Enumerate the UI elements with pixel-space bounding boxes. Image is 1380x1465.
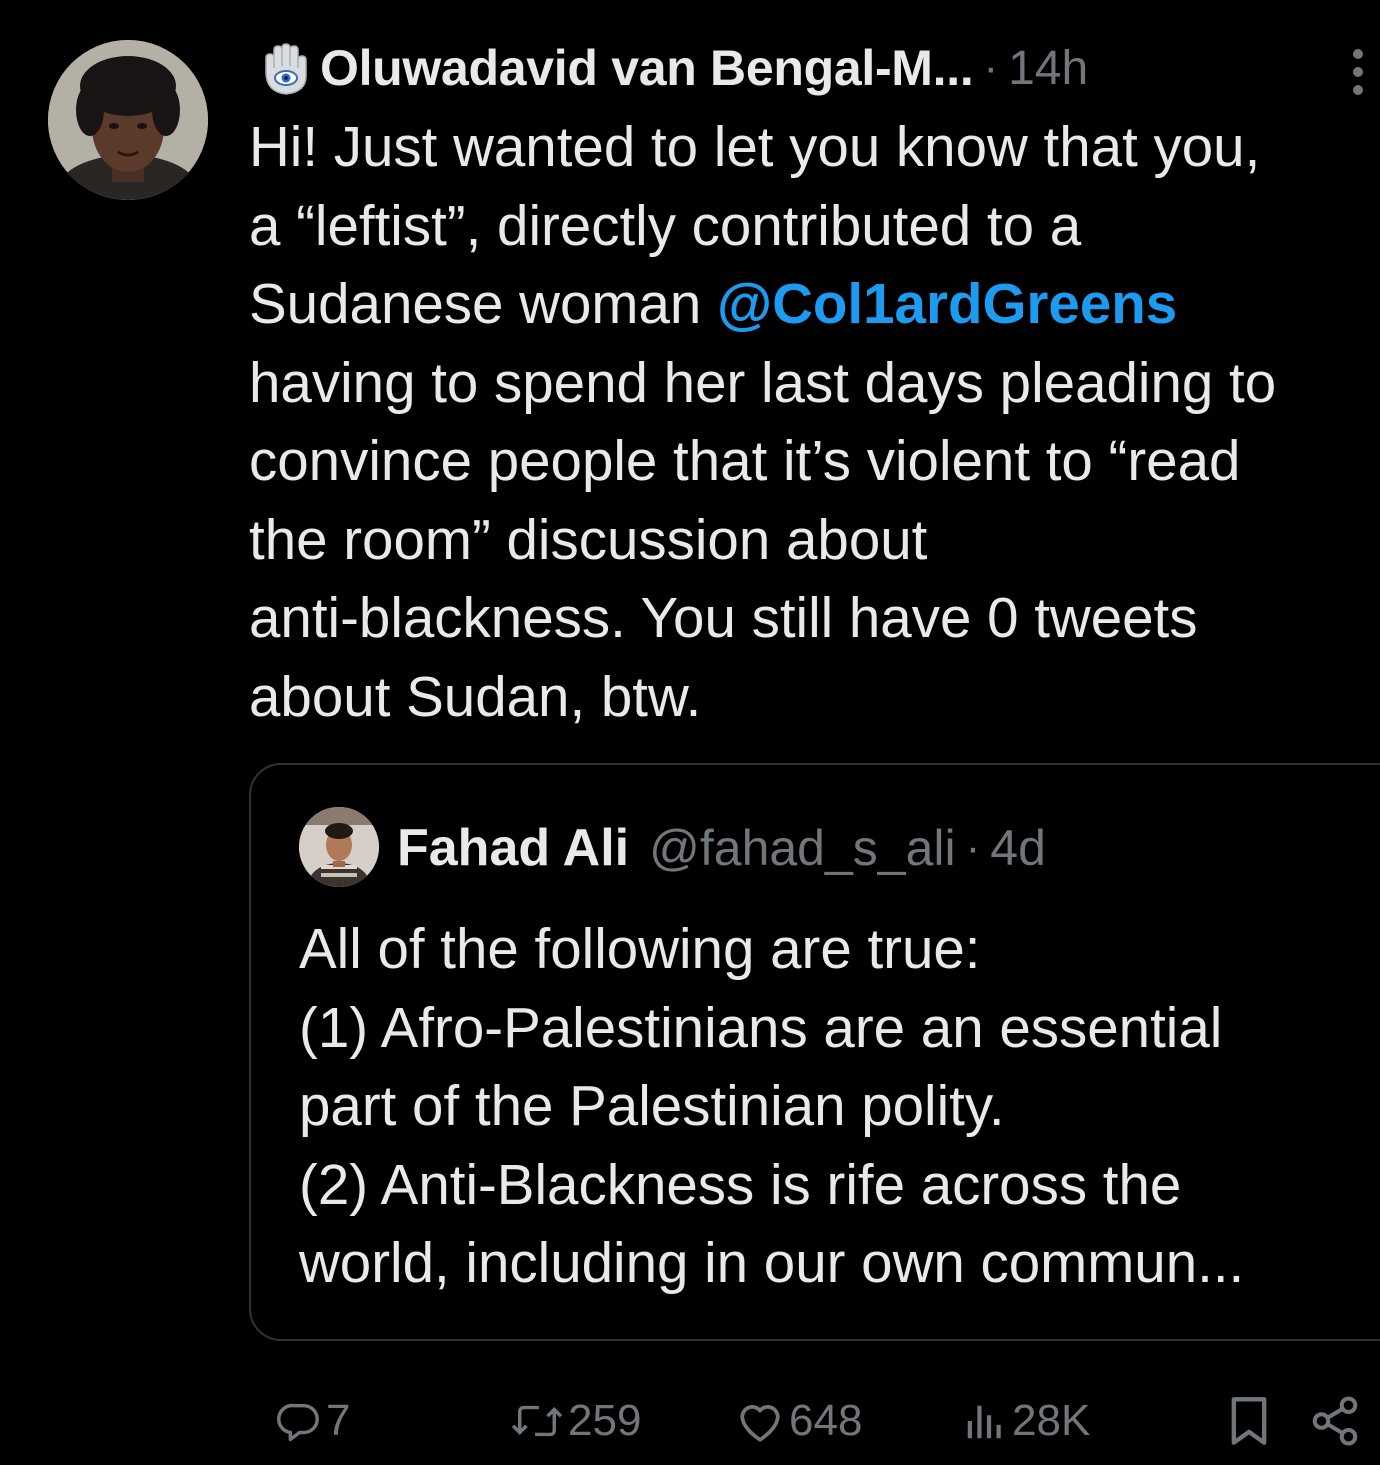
views-icon — [962, 1398, 1008, 1444]
quote-line: All of the following are true: — [299, 917, 981, 980]
views-button[interactable]: 28K — [962, 1386, 1090, 1456]
tweet-action-bar: 7 259 648 28K — [0, 1386, 1380, 1456]
more-options-icon[interactable] — [1340, 44, 1376, 100]
quote-line: (2) Anti-Blackness is rife across the — [299, 1152, 1182, 1216]
like-button[interactable]: 648 — [735, 1386, 862, 1456]
separator-dot: · — [983, 43, 999, 92]
author-name[interactable]: Oluwadavid van Bengal-M... — [320, 39, 974, 97]
tweet-line: the room” discussion about — [249, 507, 928, 571]
quote-author-avatar[interactable] — [299, 807, 379, 887]
reply-button[interactable]: 7 — [276, 1386, 350, 1456]
tweet-timestamp[interactable]: 14h — [1008, 41, 1088, 96]
share-button[interactable] — [1308, 1386, 1362, 1456]
retweet-count: 259 — [568, 1396, 642, 1445]
mention-link[interactable]: @Col1ardGreens — [717, 272, 1177, 335]
quote-line: world, including in our own commun... — [299, 1231, 1245, 1294]
quote-line: (1) Afro-Palestinians are an essential — [299, 995, 1223, 1059]
bookmark-button[interactable] — [1226, 1386, 1272, 1456]
quote-text: All of the following are true: (1) Afro-… — [299, 910, 1379, 1303]
tweet-line: a “leftist”, directly contributed to a — [249, 193, 1082, 257]
quote-author-name[interactable]: Fahad Ali — [397, 818, 629, 878]
retweet-icon — [510, 1398, 564, 1444]
like-count: 648 — [789, 1396, 863, 1445]
quoted-tweet-card[interactable]: Fahad Ali @fahad_s_ali · 4d All of the f… — [249, 763, 1380, 1341]
like-icon — [735, 1398, 785, 1444]
reply-count: 7 — [326, 1396, 351, 1445]
tweet-header: Oluwadavid van Bengal-M... · 14h — [254, 36, 1088, 100]
tweet-line: about Sudan, btw. — [249, 664, 702, 728]
tweet-line: having to spend her last days pleading t… — [249, 350, 1277, 414]
reply-icon — [276, 1398, 322, 1444]
bookmark-icon — [1226, 1395, 1272, 1447]
tweet-line: anti-blackness. You still have 0 tweets — [249, 586, 1198, 649]
quote-line: part of the Palestinian polity. — [299, 1074, 1005, 1137]
quote-author-handle[interactable]: @fahad_s_ali — [649, 819, 956, 877]
hamsa-eye-icon — [254, 38, 314, 98]
author-avatar[interactable] — [48, 40, 208, 200]
tweet-line: Hi! Just wanted to let you know that you… — [249, 115, 1261, 178]
retweet-button[interactable]: 259 — [510, 1386, 641, 1456]
quote-timestamp[interactable]: 4d — [990, 819, 1046, 877]
separator-dot: · — [965, 823, 981, 872]
tweet-line: Sudanese woman @Col1ardGreens — [249, 265, 1377, 344]
tweet-line-prefix: Sudanese woman — [249, 272, 718, 335]
views-count: 28K — [1012, 1396, 1091, 1445]
quote-header: Fahad Ali @fahad_s_ali · 4d — [397, 813, 1046, 883]
share-icon — [1308, 1394, 1362, 1448]
tweet-line: convince people that it’s violent to “re… — [249, 429, 1241, 492]
tweet-text: Hi! Just wanted to let you know that you… — [249, 108, 1377, 736]
